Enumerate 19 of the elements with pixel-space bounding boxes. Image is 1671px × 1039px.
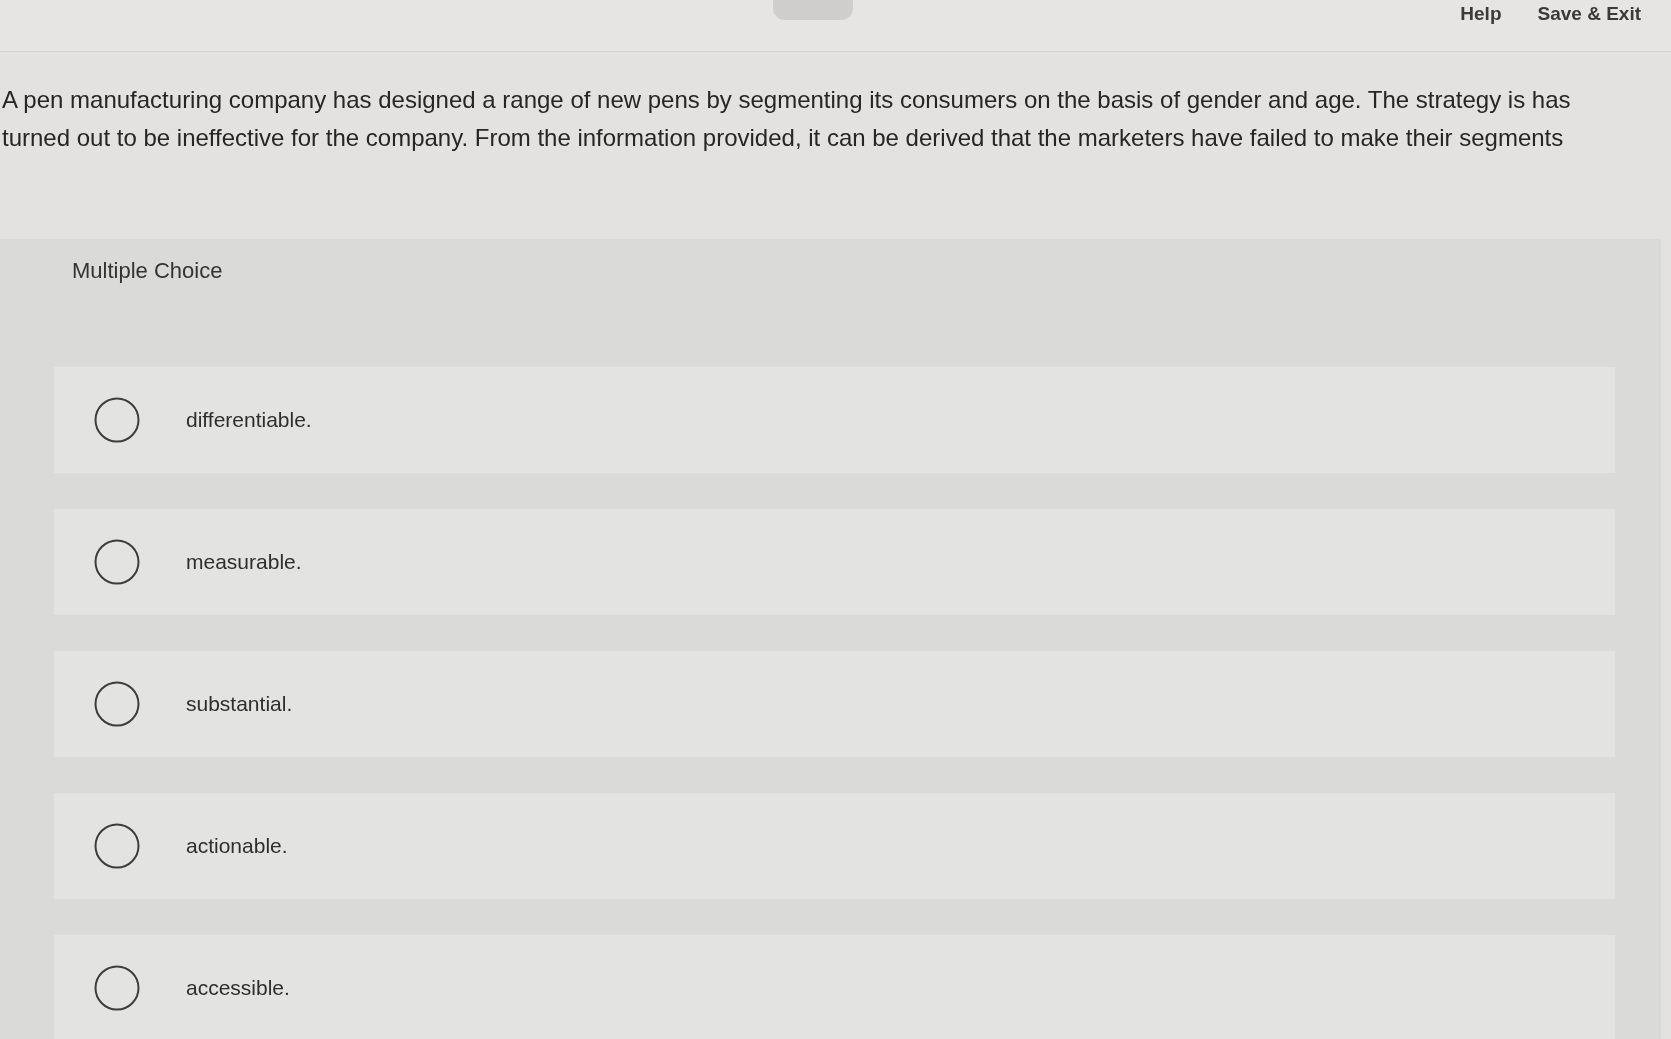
header-link[interactable]: Save & Exit	[1537, 2, 1641, 26]
radio-button-icon[interactable]	[94, 681, 140, 727]
answer-option[interactable]: substantial.	[54, 651, 1615, 757]
radio-button-icon[interactable]	[94, 965, 140, 1011]
header-link[interactable]: Help	[1460, 2, 1502, 26]
option-text: substantial.	[186, 691, 293, 718]
option-text: differentiable.	[186, 407, 312, 434]
answer-option[interactable]: actionable.	[54, 793, 1615, 899]
option-text: measurable.	[186, 549, 302, 576]
radio-button-icon[interactable]	[94, 397, 140, 443]
option-text: actionable.	[186, 833, 288, 860]
question-type-label: Multiple Choice	[72, 257, 223, 285]
option-text: accessible.	[186, 975, 290, 1002]
question-text: A pen manufacturing company has designed a range of new pens by segmenting its consumers on the basis of gender and age. The strategy is has turned out to be ineffective for the company. From the information provided, it can be derived that the marketers have failed to make their segments	[2, 85, 1572, 153]
radio-button-icon[interactable]	[94, 539, 140, 585]
answer-option[interactable]: differentiable.	[54, 367, 1615, 473]
answer-option[interactable]: measurable.	[54, 509, 1615, 615]
radio-button-icon[interactable]	[94, 823, 140, 869]
answer-option[interactable]: accessible.	[54, 935, 1615, 1039]
